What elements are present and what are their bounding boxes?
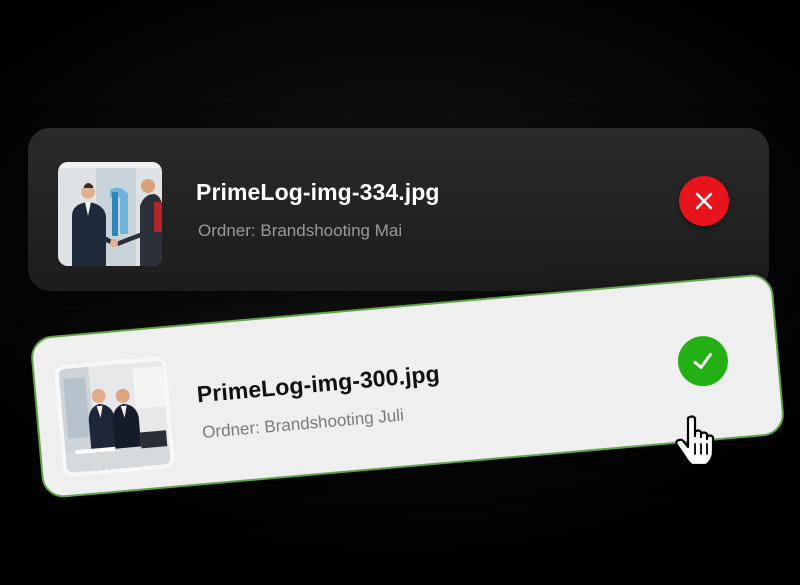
stage: PrimeLog-img-334.jpg Ordner: Brandshooti… [0,0,800,585]
meeting-photo-icon [58,360,171,473]
file-name: PrimeLog-img-334.jpg [196,179,440,205]
file-thumbnail [53,355,176,478]
file-folder: Ordner: Brandshooting Mai [198,221,403,240]
hand-pointer-icon [674,414,720,467]
checkmark-icon [693,352,712,369]
handshake-photo-icon [58,162,162,266]
close-icon [695,192,713,210]
approve-button[interactable] [675,334,731,389]
file-card-approved[interactable]: PrimeLog-img-300.jpg Ordner: Brandshooti… [29,272,786,500]
file-name: PrimeLog-img-300.jpg [195,360,441,408]
file-card-rejected[interactable]: PrimeLog-img-334.jpg Ordner: Brandshooti… [28,128,769,291]
file-folder: Ordner: Brandshooting Juli [201,405,405,443]
reject-button[interactable] [679,176,729,226]
file-thumbnail [58,162,162,266]
